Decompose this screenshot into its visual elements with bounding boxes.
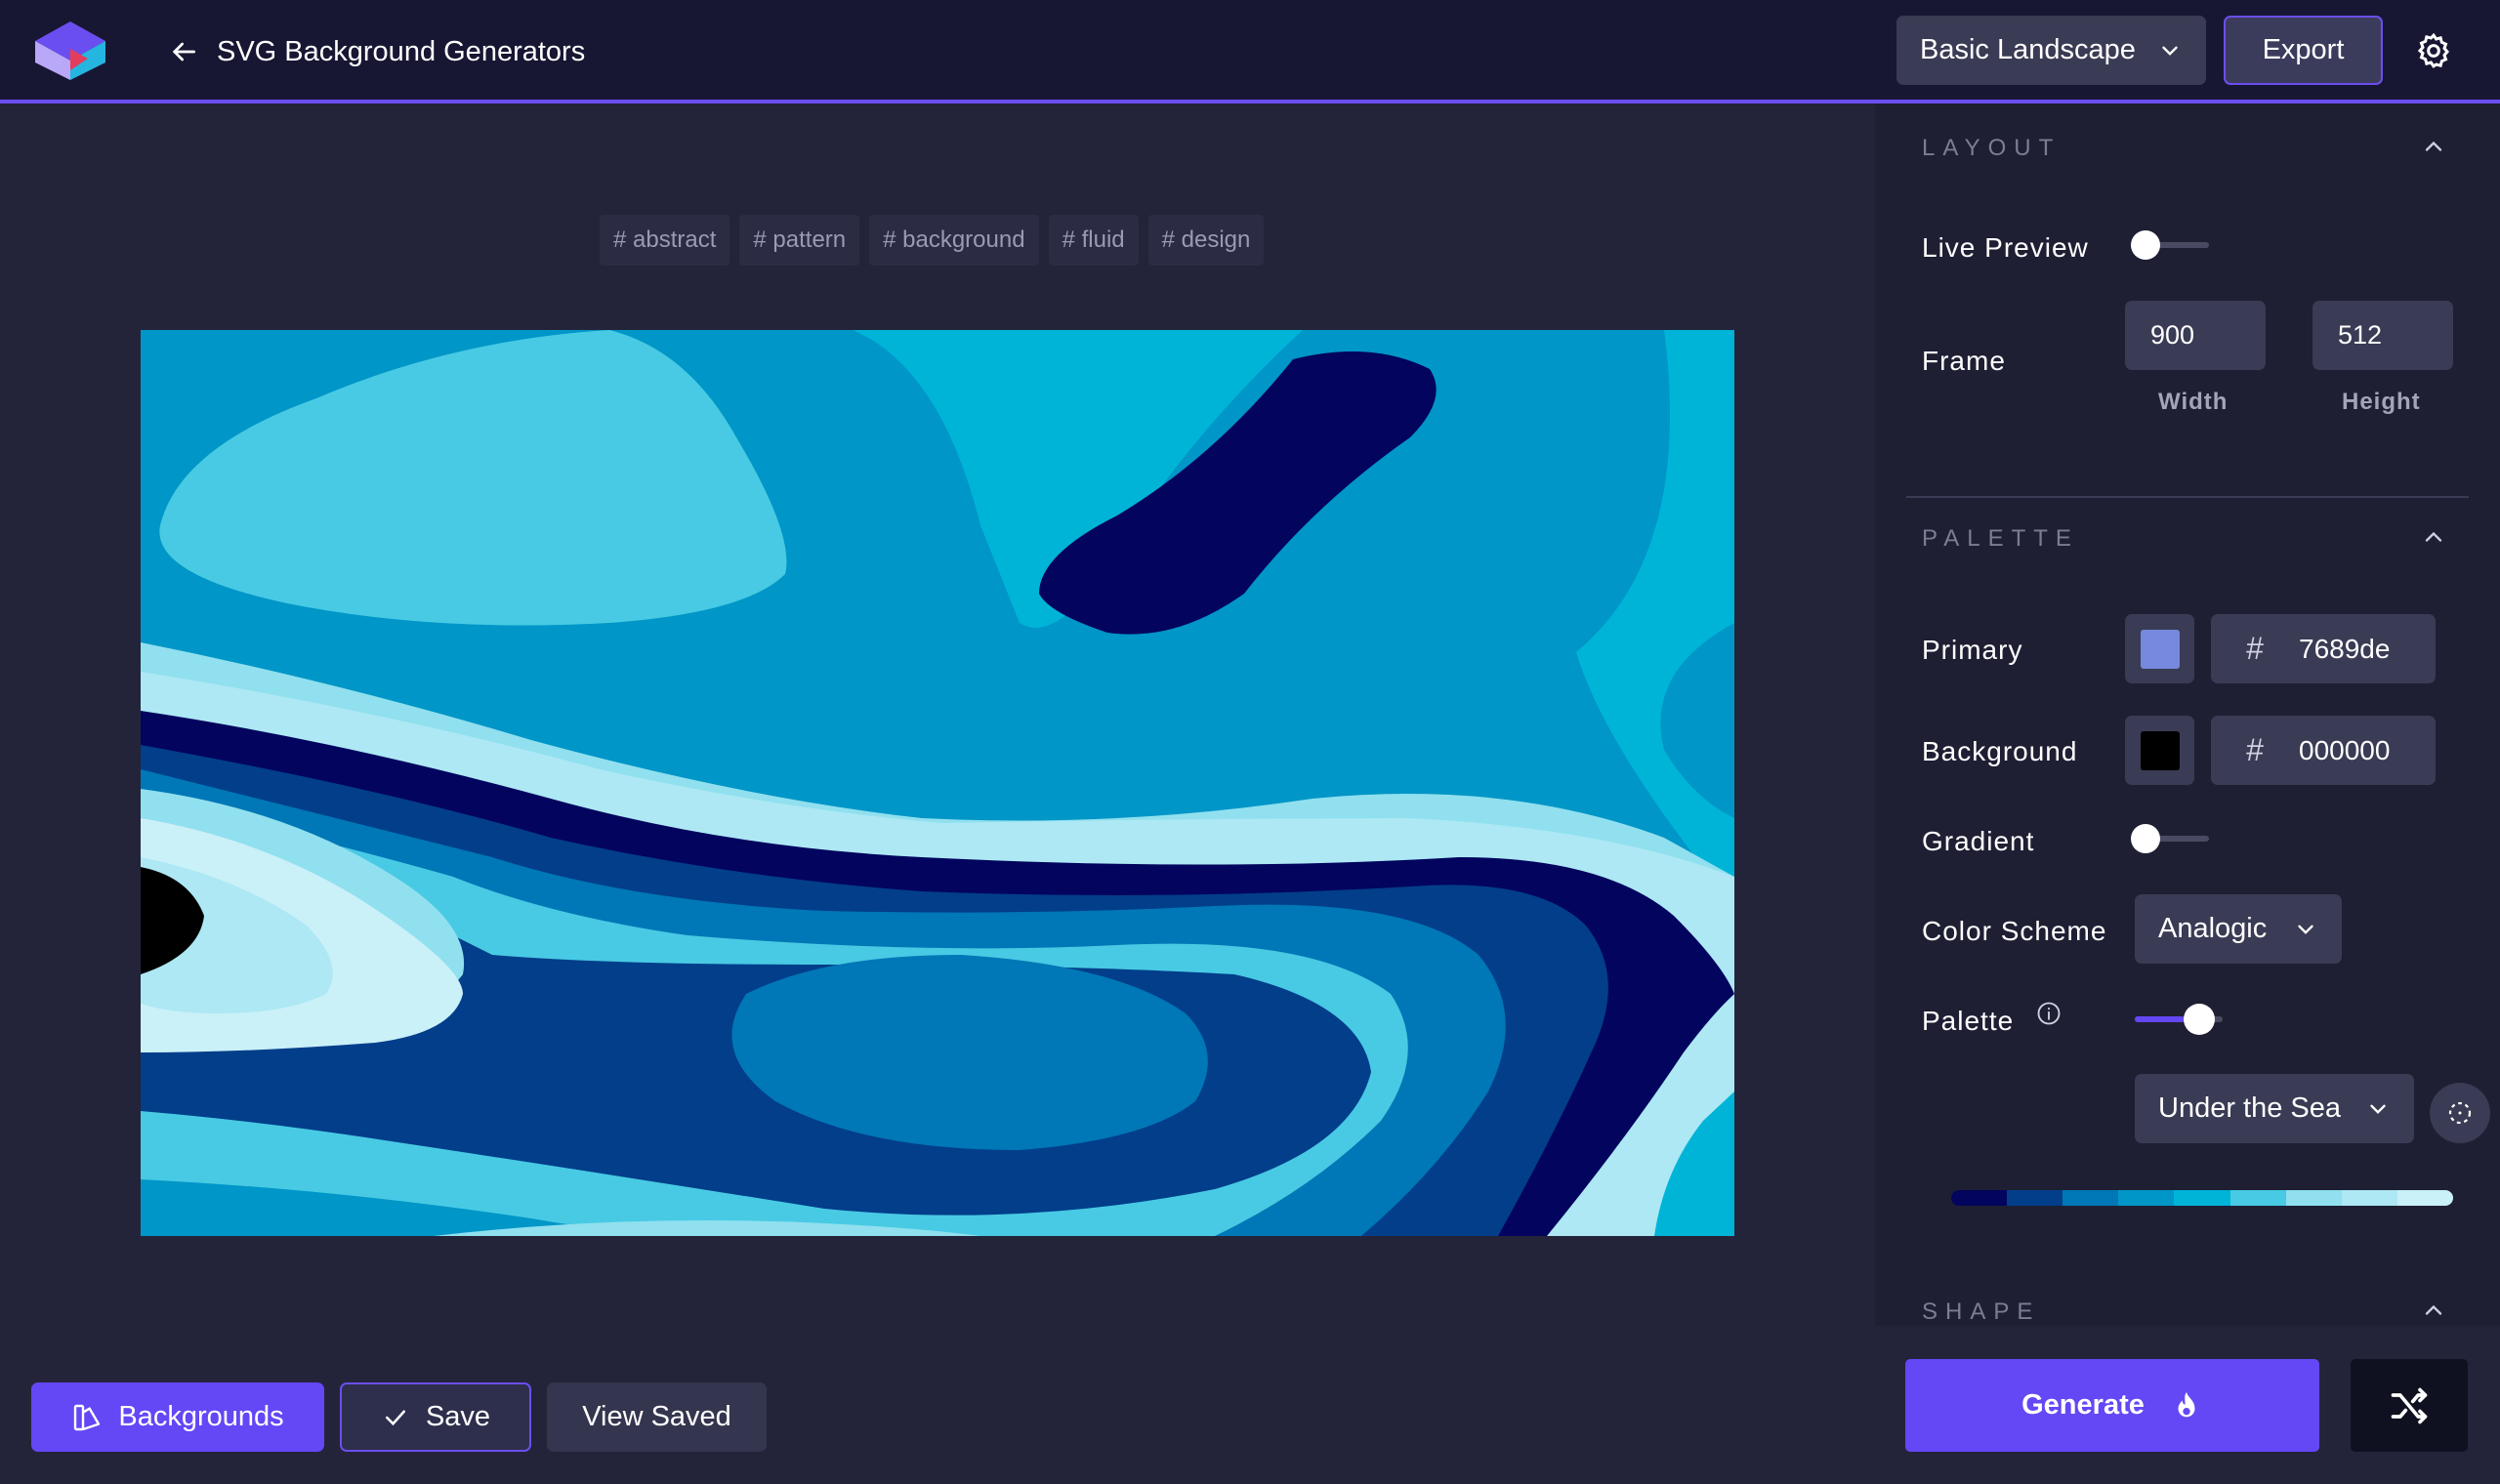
palette-slider[interactable] [2135,1002,2223,1037]
palette-select[interactable]: Under the Sea [2135,1074,2414,1143]
backgrounds-label: Backgrounds [118,1401,284,1432]
save-button[interactable]: Save [340,1382,531,1452]
tag[interactable]: # abstract [600,215,730,266]
shape-section-title: SHAPE [1922,1298,2041,1325]
check-icon [385,1410,405,1425]
tag[interactable]: # design [1147,215,1265,266]
width-label: Width [2158,389,2229,415]
shuffle-button[interactable] [2351,1359,2468,1452]
palette-color [2007,1190,2063,1206]
width-input[interactable]: 900 [2125,301,2266,370]
backgrounds-button[interactable]: Backgrounds [31,1382,324,1452]
primary-hex-field[interactable]: # 7689de [2211,614,2436,683]
gradient-toggle[interactable] [2131,824,2209,853]
gradient-label: Gradient [1922,826,2035,856]
palette-color [2229,1190,2286,1206]
randomize-palette-button[interactable] [2430,1083,2490,1143]
palette-section-title: PALETTE [1922,525,2079,552]
background-preview [141,330,1734,1236]
primary-label: Primary [1922,635,2023,665]
export-label: Export [2262,34,2345,65]
export-button[interactable]: Export [2224,16,2383,85]
chevron-down-icon [2370,1104,2386,1114]
gallery-icon [74,1404,101,1430]
settings-panel: LAYOUT Live Preview Frame 900 512 Width … [1875,103,2500,1484]
chevron-down-icon [2298,925,2313,934]
flame-icon [2178,1391,2195,1417]
frame-label: Frame [1922,346,2006,376]
palette-color [2062,1190,2119,1206]
save-label: Save [425,1401,491,1432]
primary-hex-value: 7689de [2299,633,2391,664]
palette-color [2285,1190,2342,1206]
top-bar: SVG Background Generators Basic Landscap… [0,0,2500,103]
shuffle-icon [2391,1387,2428,1423]
palette-label: Palette [1922,1006,2015,1036]
info-icon[interactable] [2035,1000,2062,1027]
tag[interactable]: # pattern [739,215,860,266]
generate-button[interactable]: Generate [1905,1359,2319,1452]
tag[interactable]: # background [869,215,1039,266]
live-preview-toggle[interactable] [2131,230,2209,260]
preset-select[interactable]: Basic Landscape [1896,16,2206,85]
palette-color [1951,1190,2008,1206]
background-hex-field[interactable]: # 000000 [2211,716,2436,785]
chevron-up-icon[interactable] [2420,523,2447,551]
background-swatch[interactable] [2125,716,2194,785]
bottom-toolbar: Backgrounds Save View Saved [31,1382,767,1452]
view-saved-button[interactable]: View Saved [547,1382,767,1452]
palette-name: Under the Sea [2158,1092,2342,1124]
background-hex-value: 000000 [2299,734,2391,765]
palette-color [2118,1190,2175,1206]
height-input[interactable]: 512 [2312,301,2453,370]
section-divider [1906,496,2469,498]
gear-icon[interactable] [2414,31,2453,70]
chevron-up-icon[interactable] [2420,1297,2447,1324]
palette-color [2174,1190,2230,1206]
arrow-left-icon [172,42,195,62]
back-link[interactable]: SVG Background Generators [168,29,585,74]
tag[interactable]: # fluid [1048,215,1139,266]
generate-label: Generate [2021,1389,2145,1421]
live-preview-label: Live Preview [1922,232,2089,263]
color-scheme-label: Color Scheme [1922,916,2107,946]
layout-section-title: LAYOUT [1922,135,2062,161]
palette-strip [1951,1190,2453,1206]
color-scheme-select[interactable]: Analogic [2135,894,2342,964]
hash-icon: # [2246,631,2264,666]
hash-icon: # [2246,732,2264,767]
palette-color [2341,1190,2397,1206]
back-label: SVG Background Generators [217,35,586,67]
tag-list: # abstract # pattern # background # flui… [600,215,1265,266]
primary-swatch[interactable] [2125,614,2194,683]
app-logo-icon[interactable] [33,20,107,82]
view-saved-label: View Saved [582,1401,731,1432]
background-label: Background [1922,736,2078,766]
palette-color [2396,1190,2453,1206]
chevron-down-icon [2162,46,2178,56]
color-scheme-value: Analogic [2158,913,2268,944]
preset-value: Basic Landscape [1920,34,2136,65]
height-label: Height [2342,389,2421,415]
chevron-up-icon[interactable] [2420,133,2447,160]
dashed-circle-icon [2448,1101,2472,1125]
